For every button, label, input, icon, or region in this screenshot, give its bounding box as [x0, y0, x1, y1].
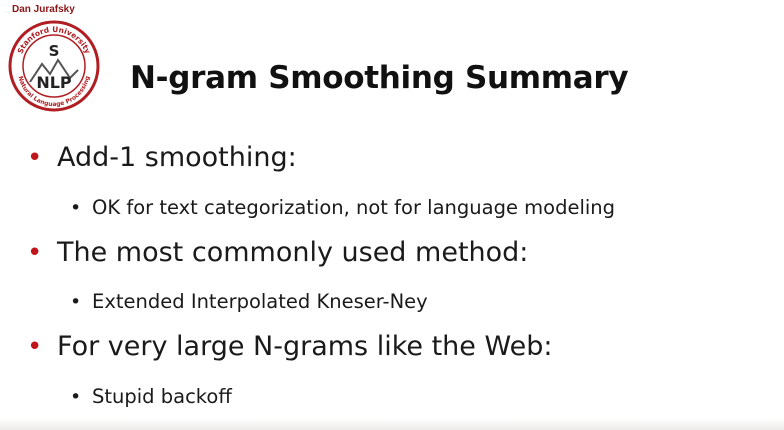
bullet-list: • Add-1 smoothing: • OK for text categoriz… [0, 0, 784, 430]
bullet-text: Add-1 smoothing: [57, 142, 297, 173]
sub-bullet-icon: • [70, 386, 82, 408]
sub-bullet-icon: • [70, 197, 82, 219]
sub-bullet-item: • Stupid backoff [70, 385, 232, 408]
sub-bullet-text: Extended Interpolated Kneser-Ney [92, 290, 428, 313]
sub-bullet-icon: • [70, 291, 82, 313]
sub-bullet-item: • Extended Interpolated Kneser-Ney [70, 290, 428, 313]
bullet-text: The most commonly used method: [57, 237, 529, 268]
sub-bullet-item: • OK for text categorization, not for lan… [70, 196, 615, 219]
sub-bullet-text: OK for text categorization, not for lang… [92, 196, 616, 219]
bullet-text: For very large N-grams like the Web: [57, 331, 553, 362]
bullet-item: • Add-1 smoothing: [27, 142, 297, 173]
bullet-item: • The most commonly used method: [27, 237, 528, 268]
bottom-band [0, 418, 784, 430]
bullet-icon: • [27, 143, 43, 173]
bullet-item: • For very large N-grams like the Web: [27, 331, 552, 362]
bullet-icon: • [27, 332, 43, 362]
bullet-icon: • [27, 238, 43, 268]
sub-bullet-text: Stupid backoff [92, 385, 232, 408]
